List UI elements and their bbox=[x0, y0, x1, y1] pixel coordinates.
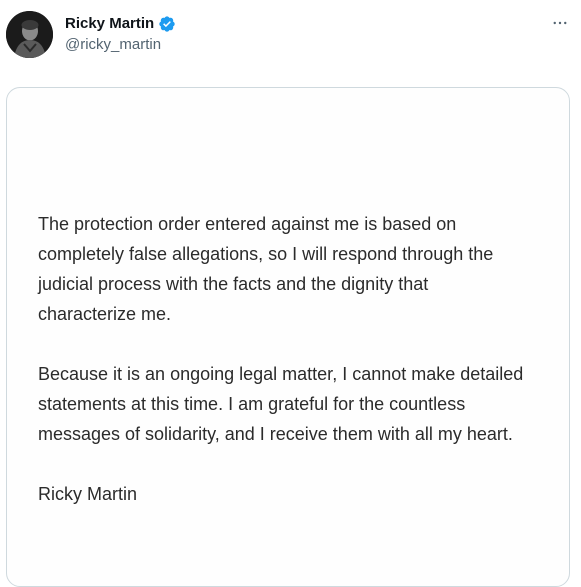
display-name[interactable]: Ricky Martin bbox=[65, 14, 154, 34]
statement-line: The protection order entered against me … bbox=[38, 214, 457, 234]
statement-line: judicial process with the facts and the … bbox=[38, 274, 429, 294]
more-horizontal-icon bbox=[553, 21, 567, 25]
author-info: Ricky Martin @ricky_martin bbox=[65, 14, 176, 55]
avatar-photo-icon bbox=[6, 11, 53, 58]
statement-line: completely false allegations, so I will … bbox=[38, 244, 494, 264]
statement-line: messages of solidarity, and I receive th… bbox=[38, 424, 513, 444]
statement-line: Because it is an ongoing legal matter, I… bbox=[38, 364, 524, 384]
display-name-row: Ricky Martin bbox=[65, 14, 176, 34]
tweet-header: Ricky Martin @ricky_martin bbox=[0, 0, 581, 70]
statement-text: The protection order entered against me … bbox=[38, 209, 558, 509]
more-options-button[interactable] bbox=[549, 12, 571, 34]
statement-paragraph-2: Because it is an ongoing legal matter, I… bbox=[38, 359, 558, 449]
user-handle[interactable]: @ricky_martin bbox=[65, 35, 176, 55]
statement-line: characterize me. bbox=[38, 304, 172, 324]
statement-signature: Ricky Martin bbox=[38, 484, 138, 504]
statement-line: statements at this time. I am grateful f… bbox=[38, 394, 466, 414]
verified-badge-icon bbox=[158, 15, 176, 33]
statement-paragraph-1: The protection order entered against me … bbox=[38, 209, 558, 329]
statement-image[interactable]: The protection order entered against me … bbox=[6, 87, 570, 587]
avatar[interactable] bbox=[6, 11, 53, 58]
